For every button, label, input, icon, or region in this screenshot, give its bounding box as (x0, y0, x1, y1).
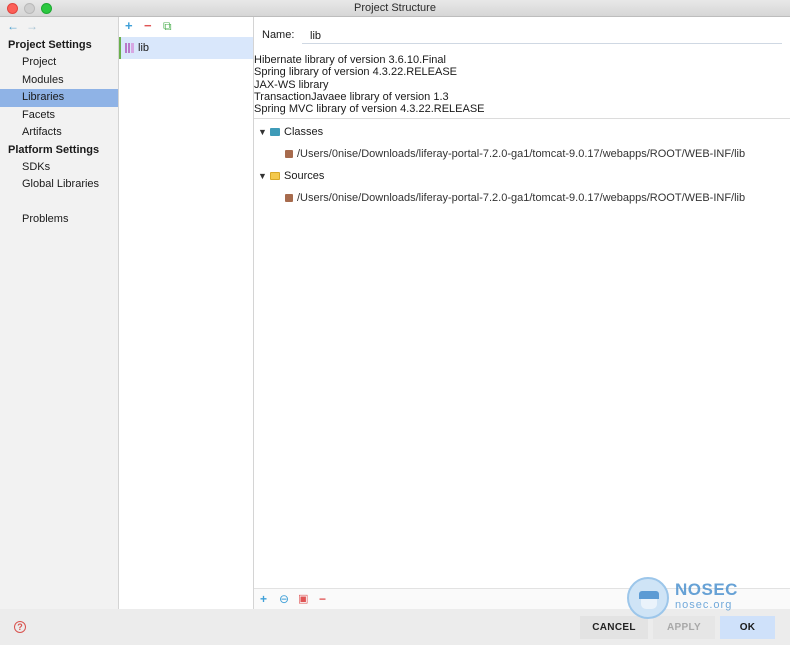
remove-root-icon[interactable]: − (319, 592, 326, 606)
copy-library-icon[interactable]: ⧉ (163, 19, 172, 33)
tree-node-sources-path[interactable]: /Users/0nise/Downloads/liferay-portal-7.… (254, 187, 790, 209)
sidebar-item-sdks[interactable]: SDKs (0, 159, 118, 177)
classes-label: Classes (284, 126, 324, 138)
description-line: TransactionJavaee library of version 1.3 (254, 90, 449, 103)
library-detail-pane: Name: Hibernate library of version 3.6.1… (254, 17, 790, 609)
roots-tree: ▼ Classes /Users/0nise/Downloads/liferay… (254, 121, 790, 209)
divider (254, 118, 790, 119)
chevron-down-icon[interactable]: ▼ (258, 121, 267, 143)
description-line: Hibernate library of version 3.6.10.Fina… (254, 54, 446, 66)
sidebar-item-global-libraries[interactable]: Global Libraries (0, 176, 118, 194)
library-name: lib (138, 42, 150, 54)
title-bar: Project Structure (0, 0, 790, 17)
minimize-window-button[interactable] (24, 3, 35, 14)
sources-label: Sources (284, 170, 325, 182)
roots-toolbar: + ⊖ ▣ − (254, 588, 790, 609)
description-line: Spring library of version 4.3.22.RELEASE (254, 66, 457, 79)
sidebar-item-artifacts[interactable]: Artifacts (0, 124, 118, 142)
classes-folder-icon (270, 128, 280, 136)
sidebar-item-problems[interactable]: Problems (0, 211, 118, 229)
maximize-window-button[interactable] (41, 3, 52, 14)
library-description: Hibernate library of version 3.6.10.Fina… (254, 54, 485, 115)
add-library-icon[interactable]: + (125, 19, 133, 33)
sidebar-item-project[interactable]: Project (0, 54, 118, 72)
tree-node-classes[interactable]: ▼ Classes (254, 121, 790, 143)
attach-link-icon[interactable]: ⊖ (279, 592, 289, 606)
help-icon[interactable]: ? (14, 621, 26, 633)
forward-arrow-icon[interactable]: → (26, 20, 38, 32)
window-title: Project Structure (354, 2, 436, 14)
project-settings-header: Project Settings (8, 39, 92, 51)
jar-icon (285, 194, 293, 202)
library-name-input[interactable] (302, 29, 782, 44)
sidebar-item-libraries[interactable]: Libraries (0, 89, 118, 107)
platform-settings-header: Platform Settings (8, 143, 100, 156)
libraries-toolbar: + − ⧉ (119, 17, 253, 37)
sidebar: ← → Project Settings Project Modules Lib… (0, 17, 119, 609)
jar-icon (285, 150, 293, 158)
back-arrow-icon[interactable]: ← (7, 20, 19, 32)
nav-row: ← → (0, 17, 118, 37)
ok-button[interactable]: OK (720, 616, 775, 639)
tree-node-sources[interactable]: ▼ Sources (254, 165, 790, 187)
exclude-folder-icon[interactable]: ▣ (298, 592, 308, 606)
sources-folder-icon (270, 172, 280, 180)
classes-path: /Users/0nise/Downloads/liferay-portal-7.… (297, 148, 746, 160)
apply-button[interactable]: APPLY (653, 616, 715, 639)
name-row: Name: (262, 29, 782, 45)
sidebar-item-facets[interactable]: Facets (0, 107, 118, 125)
library-list-item[interactable]: lib (119, 37, 253, 59)
remove-library-icon[interactable]: − (144, 19, 152, 33)
sources-path: /Users/0nise/Downloads/liferay-portal-7.… (297, 192, 746, 204)
library-icon (125, 43, 134, 53)
dialog-footer: ? CANCEL APPLY OK (0, 609, 790, 645)
chevron-down-icon[interactable]: ▼ (258, 165, 267, 187)
description-line: Spring MVC library of version 4.3.22.REL… (254, 103, 485, 116)
libraries-list-pane: + − ⧉ lib (119, 17, 254, 609)
close-window-button[interactable] (7, 3, 18, 14)
description-line: JAX-WS library (254, 78, 329, 91)
add-root-icon[interactable]: + (260, 592, 267, 606)
sidebar-item-modules[interactable]: Modules (0, 72, 118, 90)
name-label: Name: (262, 29, 295, 41)
tree-node-classes-path[interactable]: /Users/0nise/Downloads/liferay-portal-7.… (254, 143, 790, 165)
cancel-button[interactable]: CANCEL (580, 616, 648, 639)
